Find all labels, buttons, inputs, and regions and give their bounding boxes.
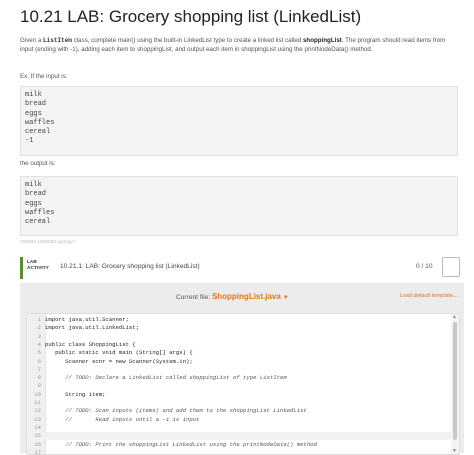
code-line[interactable]: 4 public class ShoppingList { [27,341,451,349]
file-name-dropdown[interactable]: ShoppingList.java [212,292,281,301]
line-number: 2 [37,324,41,332]
caret-down-icon[interactable]: ▼ [283,295,289,301]
code-comment: // Read inputs until a -1 is input [45,415,200,423]
example-line: milk [25,181,42,189]
code-line[interactable]: 15 [27,432,451,441]
scroll-up-icon[interactable]: ▲ [452,314,457,320]
line-number: 12 [34,407,41,415]
output-intro: the output is: [20,160,56,167]
line-number: 8 [37,374,41,382]
example-output-box: milk bread eggs waffles cereal [20,176,458,236]
description-text: Given a [20,37,44,44]
lab-activity-tag: LAB ACTIVITY [27,260,49,272]
code-line[interactable]: 17 [27,448,451,455]
description-code: ListItem [43,37,72,44]
page-title: 10.21 LAB: Grocery shopping list (Linked… [20,7,362,26]
code-line[interactable]: 3 [27,333,451,341]
line-number: 17 [34,448,41,455]
code-text: public class ShoppingList { [45,340,136,348]
code-line[interactable]: 6 Scanner scnr = new Scanner(System.in); [27,358,451,366]
example-line: bread [25,190,47,199]
code-comment: // TODO: Declare a LinkedList called sho… [45,374,287,382]
code-line[interactable]: 7 [27,366,451,374]
example-line: waffles [25,118,55,127]
line-number: 16 [34,440,41,448]
current-file[interactable]: Current file: ShoppingList.java ▼ [176,292,289,301]
description-text: class, complete main() using the built-i… [71,37,303,44]
example-input-box: milk bread eggs waffles cereal -1 [20,86,458,156]
code-line[interactable]: 11 [27,399,451,407]
code-line[interactable]: 16 // TODO: Print the shoppingList Linke… [27,441,451,449]
code-editor[interactable]: 1 import java.util.Scanner; 2 import java.u… [26,313,460,455]
code-comment: // TODO: Print the shoppingList LinkedLi… [45,440,317,448]
code-line[interactable]: 8 // TODO: Declare a LinkedList called s… [27,374,451,382]
example-line: cereal [25,128,51,137]
lab-activity-header: LAB ACTIVITY 10.21.1: LAB: Grocery shopp… [20,257,464,279]
lab-accent-bar [20,257,23,279]
example-line: cereal [25,218,51,227]
vertical-scrollbar[interactable]: ▲ ▼ [451,314,459,454]
line-number: 10 [34,390,41,398]
line-number: 13 [34,415,41,423]
lab-activity-name: 10.21.1: LAB: Grocery shopping list (Lin… [60,263,200,270]
code-text: public static void main (String[] args) … [45,349,193,357]
code-line[interactable]: 10 String item; [27,391,451,399]
example-line: bread [25,100,47,109]
scroll-down-icon[interactable]: ▼ [452,448,457,454]
lab-tag-line: ACTIVITY [27,266,49,271]
line-number: 4 [37,340,41,348]
code-text: Scanner scnr = new Scanner(System.in); [45,357,193,365]
scrollbar-thumb[interactable] [453,322,457,440]
code-text: String item; [45,390,106,398]
code-line[interactable]: 14 [27,424,451,432]
example-line: milk [25,91,42,99]
code-comment: // TODO: Scan inputs (items) and add the… [45,407,307,415]
line-number: 7 [37,365,41,373]
line-number: 3 [37,332,41,340]
code-text: import java.util.Scanner; [45,316,129,323]
description-bold: shoppingList [302,37,342,44]
line-number: 11 [34,399,41,406]
line-number: 1 [37,316,41,323]
code-line[interactable]: 5 public static void main (String[] args… [27,349,451,357]
example-line: eggs [25,199,42,208]
line-number: 5 [37,349,41,357]
line-number: 14 [34,423,41,431]
code-line[interactable]: 2 import java.util.LinkedList; [27,324,451,332]
code-text: import java.util.LinkedList; [45,324,139,332]
code-line[interactable]: 1 import java.util.Scanner; [27,316,451,324]
code-line[interactable]: 12 // TODO: Scan inputs (items) and add … [27,407,451,415]
line-number: 6 [37,357,41,365]
file-bar: Current file: ShoppingList.java ▼ Load d… [26,287,458,307]
code-line[interactable]: 9 [27,382,451,390]
example-intro: Ex. If the input is: [20,73,68,80]
lab-description: Given a ListItem class, complete main() … [20,36,460,55]
example-line: -1 [25,137,34,146]
line-number: 15 [34,432,41,440]
score-indicator-box [442,257,460,277]
code-line[interactable]: 13 // Read inputs until a -1 is input [27,416,451,424]
current-file-label: Current file: [176,294,211,301]
code-panel: Current file: ShoppingList.java ▼ Load d… [20,283,464,455]
line-number: 9 [37,382,41,390]
example-line: eggs [25,109,42,118]
example-line: waffles [25,208,55,217]
problem-id: 409590.1806080.qx3zqy7 [20,240,76,245]
load-default-template-link[interactable]: Load default template... [400,293,458,299]
lab-score: 0 / 10 [416,263,433,270]
